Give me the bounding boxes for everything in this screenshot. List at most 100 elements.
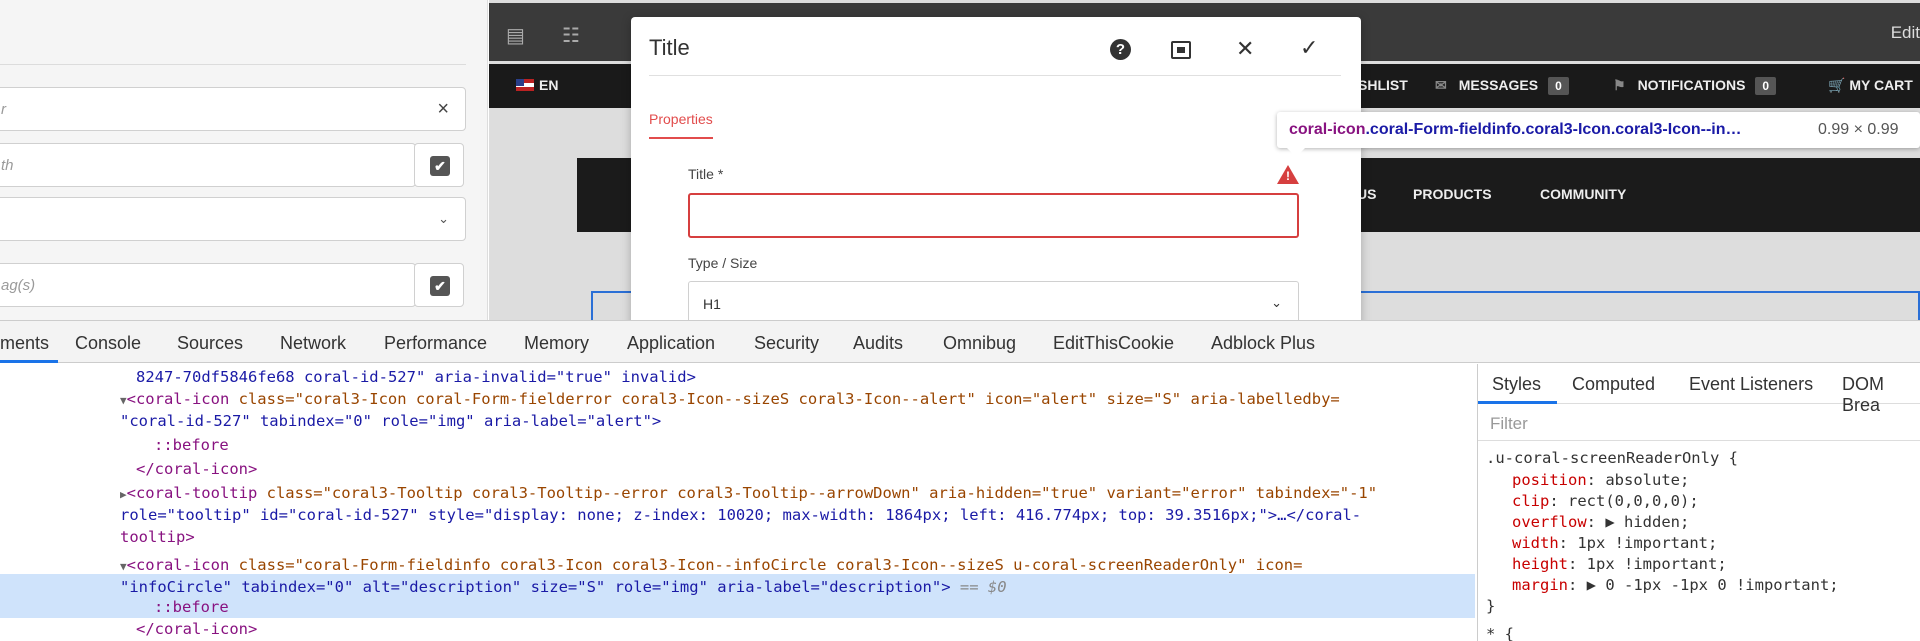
dom-node-coral-icon-info[interactable]: ▼<coral-icon class="coral-Form-fieldinfo… bbox=[120, 554, 1302, 576]
styles-filter-input[interactable]: Filter bbox=[1478, 405, 1920, 441]
alert-glyph: ! bbox=[1286, 169, 1290, 183]
chevron-down-icon: ⌄ bbox=[438, 211, 449, 226]
dom-line-selected[interactable]: "infoCircle" tabindex="0" alt="descripti… bbox=[120, 576, 1007, 598]
dom-line[interactable]: tooltip> bbox=[120, 526, 195, 548]
dom-pseudo-before[interactable]: ::before bbox=[154, 596, 229, 618]
side-panel-toggle-icon[interactable]: ▤ bbox=[506, 23, 525, 48]
messages-link[interactable]: ✉ MESSAGES 0 bbox=[1435, 77, 1569, 95]
tab-properties[interactable]: Properties bbox=[649, 111, 713, 139]
notifications-label: NOTIFICATIONS bbox=[1637, 77, 1746, 93]
css-prop: margin bbox=[1512, 576, 1568, 594]
css-rule[interactable]: overflow: ▶ hidden; bbox=[1512, 512, 1689, 533]
css-rule[interactable]: margin: ▶ 0 -1px -1px 0 !important; bbox=[1512, 575, 1839, 596]
inspector-classes: .coral-Form-fieldinfo.coral3-Icon.coral3… bbox=[1365, 121, 1742, 138]
page-viewport: r × th ✔ ⌄ ag(s) ✔ ▤ ☷ Edit EN SHLIST ✉ … bbox=[0, 0, 1920, 320]
dom-line[interactable]: 8247-70df5846fe68 coral-id-527" aria-inv… bbox=[136, 366, 696, 388]
close-icon[interactable]: ✕ bbox=[1236, 38, 1254, 60]
menu-item-products[interactable]: PRODUCTS bbox=[1413, 186, 1492, 202]
tab-application[interactable]: Application bbox=[627, 333, 715, 354]
css-next-selector[interactable]: * { bbox=[1486, 624, 1514, 641]
css-prop: clip bbox=[1512, 492, 1550, 510]
dom-attrs: class="coral3-Icon coral-Form-fielderror… bbox=[229, 390, 1340, 408]
tab-omnibug[interactable]: Omnibug bbox=[943, 333, 1016, 354]
css-selector[interactable]: .u-coral-screenReaderOnly { bbox=[1486, 448, 1738, 469]
search-field[interactable]: r × bbox=[0, 87, 466, 131]
type-size-select[interactable]: H1 ⌄ bbox=[688, 281, 1299, 320]
dom-line[interactable]: "coral-id-527" tabindex="0" role="img" a… bbox=[120, 410, 661, 432]
properties-icon[interactable]: ☷ bbox=[562, 23, 580, 48]
tab-adblock-plus[interactable]: Adblock Plus bbox=[1211, 333, 1315, 354]
side-panel: r × th ✔ ⌄ ag(s) ✔ bbox=[0, 0, 488, 320]
tab-console[interactable]: Console bbox=[75, 333, 141, 354]
cart-icon: 🛒 bbox=[1828, 77, 1846, 93]
tab-elements[interactable]: ments bbox=[0, 333, 49, 354]
tab-audits[interactable]: Audits bbox=[853, 333, 903, 354]
tab-computed[interactable]: Computed bbox=[1572, 374, 1655, 395]
tab-styles[interactable]: Styles bbox=[1492, 374, 1541, 395]
edit-mode-label[interactable]: Edit bbox=[1891, 23, 1920, 43]
tags-field[interactable]: ag(s) bbox=[0, 263, 416, 307]
css-rule[interactable]: position: absolute; bbox=[1512, 470, 1689, 491]
expand-triangle-icon[interactable]: ▶ bbox=[120, 488, 127, 501]
css-val: absolute; bbox=[1605, 471, 1690, 489]
tags-browse-button[interactable]: ✔ bbox=[414, 263, 464, 307]
css-rule[interactable]: width: 1px !important; bbox=[1512, 533, 1717, 554]
confirm-icon[interactable]: ✓ bbox=[1300, 37, 1318, 59]
elements-tree: 8247-70df5846fe68 coral-id-527" aria-inv… bbox=[0, 364, 1475, 641]
dialog-title: Title bbox=[649, 35, 690, 60]
styles-tabbar: Styles Computed Event Listeners DOM Brea bbox=[1478, 364, 1920, 415]
expand-triangle-icon[interactable]: ▼ bbox=[120, 394, 127, 407]
check-icon: ✔ bbox=[430, 276, 450, 296]
fullscreen-icon[interactable] bbox=[1171, 41, 1191, 59]
dom-tag: <coral-tooltip bbox=[126, 484, 258, 502]
tab-network[interactable]: Network bbox=[280, 333, 346, 354]
alert-icon[interactable]: ! bbox=[1277, 165, 1299, 184]
active-styles-tab-indicator bbox=[1478, 401, 1557, 404]
css-prop: overflow bbox=[1512, 513, 1587, 531]
wishlist-link[interactable]: SHLIST bbox=[1358, 77, 1408, 93]
title-input[interactable] bbox=[688, 193, 1299, 238]
devtools-tabbar: ments Console Sources Network Performanc… bbox=[0, 321, 1920, 363]
inspector-tag: coral-icon bbox=[1289, 121, 1366, 138]
mail-icon: ✉ bbox=[1435, 77, 1447, 93]
notifications-count: 0 bbox=[1755, 77, 1777, 95]
tab-performance[interactable]: Performance bbox=[384, 333, 487, 354]
dom-line[interactable]: role="tooltip" id="coral-id-527" style="… bbox=[120, 504, 1361, 526]
cart-link[interactable]: 🛒 MY CART bbox=[1828, 77, 1913, 94]
css-val: rect(0,0,0,0); bbox=[1568, 492, 1699, 510]
tab-security[interactable]: Security bbox=[754, 333, 819, 354]
dom-closing-tag[interactable]: </coral-icon> bbox=[136, 458, 257, 480]
chevron-down-icon: ⌄ bbox=[1271, 295, 1282, 310]
dom-attrs: class="coral3-Tooltip coral3-Tooltip--er… bbox=[257, 484, 1378, 502]
path-browse-button[interactable]: ✔ bbox=[414, 143, 464, 187]
tab-editthiscookie[interactable]: EditThisCookie bbox=[1053, 333, 1174, 354]
console-ref: == $0 bbox=[950, 578, 1007, 596]
us-flag-icon bbox=[516, 79, 534, 91]
title-field-label: Title * bbox=[688, 166, 724, 182]
language-selector[interactable]: EN bbox=[516, 77, 558, 93]
check-icon: ✔ bbox=[430, 156, 450, 176]
help-icon[interactable]: ? bbox=[1110, 39, 1131, 60]
path-field-placeholder: th bbox=[1, 157, 14, 174]
tab-sources[interactable]: Sources bbox=[177, 333, 243, 354]
notifications-link[interactable]: ⚑ NOTIFICATIONS 0 bbox=[1613, 77, 1777, 95]
css-rule[interactable]: clip: rect(0,0,0,0); bbox=[1512, 491, 1699, 512]
css-rule[interactable]: height: 1px !important; bbox=[1512, 554, 1727, 575]
dom-pseudo-before[interactable]: ::before bbox=[154, 434, 229, 456]
dom-attrs: class="coral-Form-fieldinfo coral3-Icon … bbox=[229, 556, 1303, 574]
dom-closing-tag[interactable]: </coral-icon> bbox=[136, 618, 257, 640]
devtools-panel: ments Console Sources Network Performanc… bbox=[0, 320, 1920, 641]
menu-item-community[interactable]: COMMUNITY bbox=[1540, 186, 1626, 202]
dom-node-coral-tooltip[interactable]: ▶<coral-tooltip class="coral3-Tooltip co… bbox=[120, 482, 1377, 504]
cart-label: MY CART bbox=[1849, 77, 1913, 93]
path-field[interactable]: th bbox=[0, 143, 416, 187]
css-val: 1px !important; bbox=[1577, 534, 1718, 552]
clear-icon[interactable]: × bbox=[437, 98, 449, 121]
tab-memory[interactable]: Memory bbox=[524, 333, 589, 354]
dom-tag: <coral-icon bbox=[126, 556, 230, 574]
dialog-header-divider bbox=[649, 75, 1341, 76]
expand-triangle-icon[interactable]: ▼ bbox=[120, 560, 127, 573]
dom-node-coral-icon-alert[interactable]: ▼<coral-icon class="coral3-Icon coral-Fo… bbox=[120, 388, 1340, 410]
tab-event-listeners[interactable]: Event Listeners bbox=[1689, 374, 1813, 395]
type-select[interactable]: ⌄ bbox=[0, 197, 466, 241]
